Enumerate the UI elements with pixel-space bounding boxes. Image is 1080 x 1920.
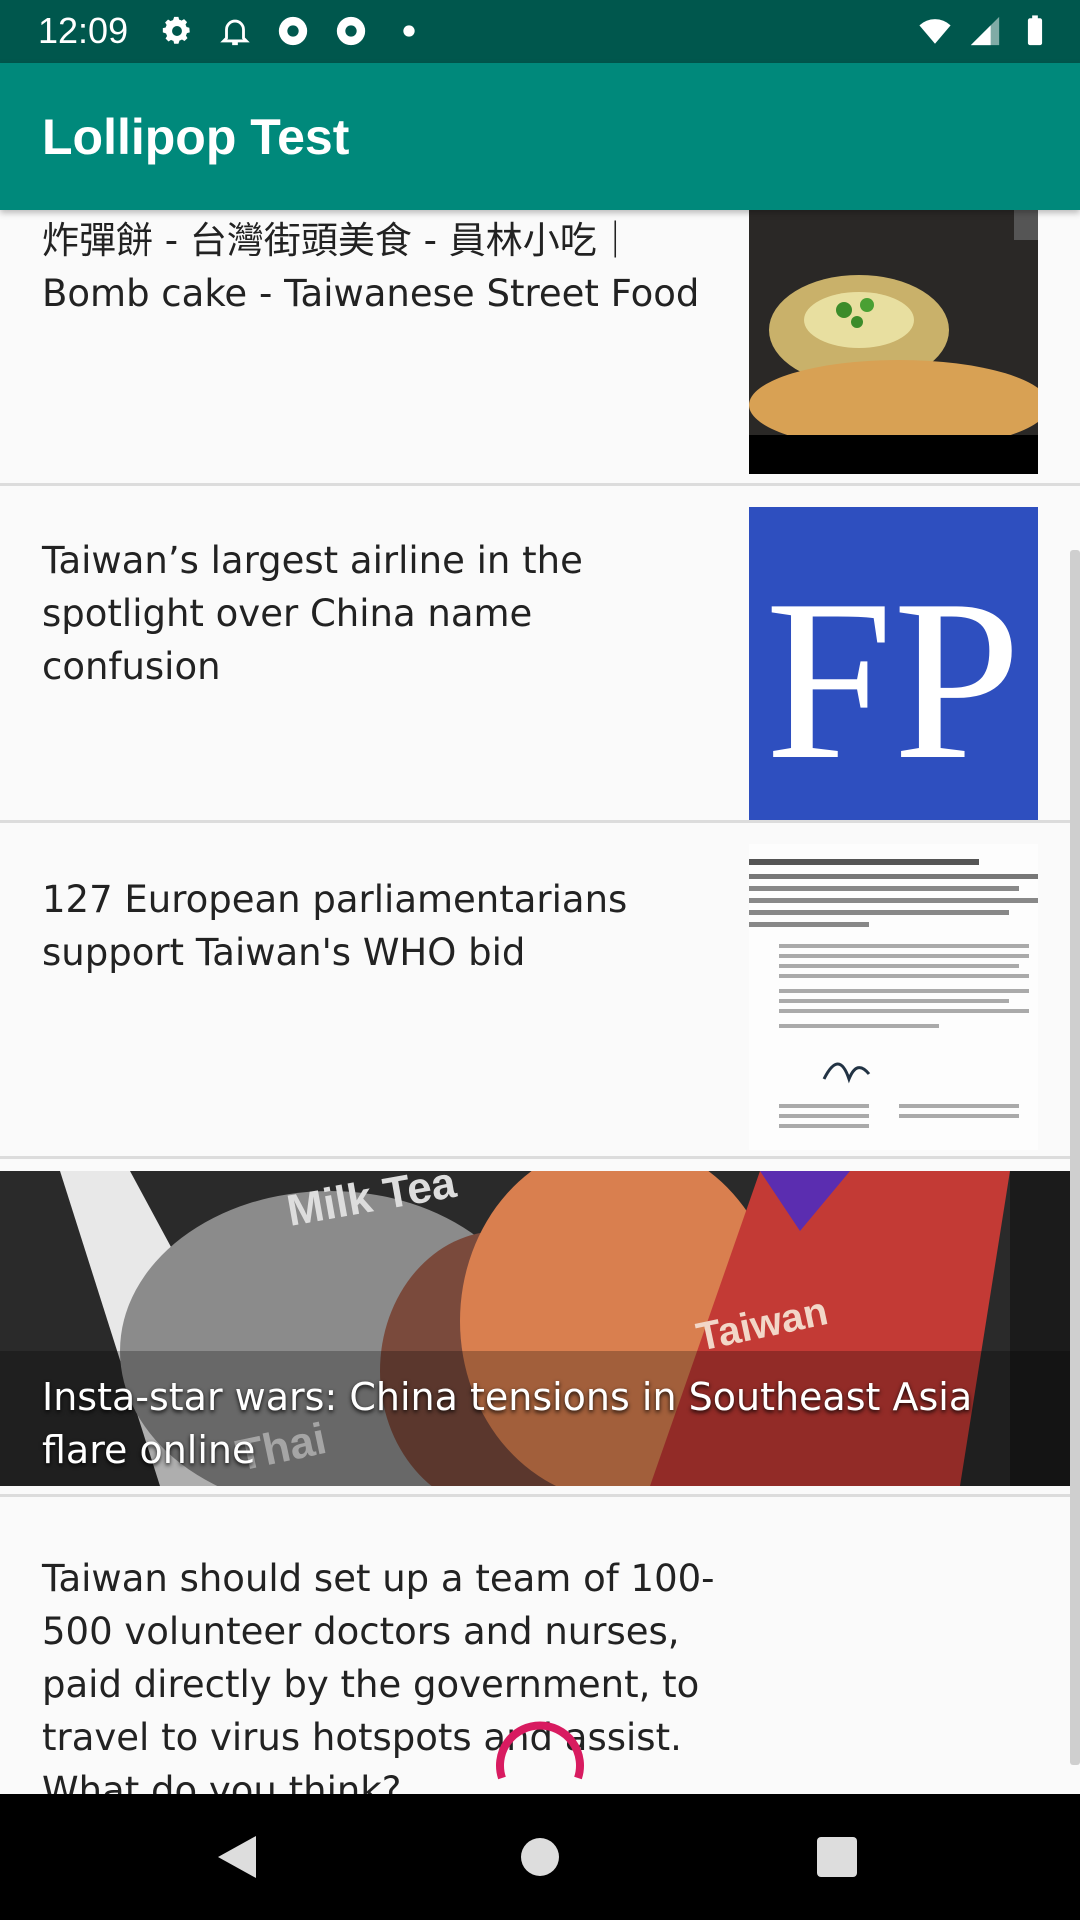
recents-icon[interactable] — [817, 1837, 857, 1877]
list-item[interactable]: 127 European parliamentarians support Ta… — [0, 823, 1080, 1156]
divider — [0, 1156, 1080, 1159]
fp-logo-text: FP — [765, 552, 1021, 807]
item-thumbnail — [749, 844, 1038, 1150]
food-photo — [749, 210, 1038, 474]
settings-icon — [162, 16, 190, 44]
battery-icon — [1027, 15, 1043, 46]
chrome-icon — [278, 16, 308, 46]
navigation-bar — [0, 1794, 1080, 1920]
item-thumbnail: FP — [749, 507, 1038, 822]
dot-icon — [403, 25, 415, 37]
list-item[interactable]: Taiwan’s largest airline in the spotligh… — [0, 486, 1080, 822]
item-title: Taiwan’s largest airline in the spotligh… — [42, 539, 583, 688]
status-icons-left — [160, 14, 426, 48]
fp-logo: FP — [749, 507, 1038, 822]
hero-list-item[interactable]: Milk Tea Taiwan Thai Insta-star wars: Ch… — [0, 1171, 1080, 1486]
chrome-icon — [336, 16, 366, 46]
app-bar: Lollipop Test — [0, 63, 1080, 210]
wifi-icon — [919, 19, 951, 44]
scrollbar[interactable] — [1070, 550, 1080, 1765]
news-feed[interactable]: 炸彈餅 - 台灣街頭美食 - 員林小吃｜Bomb cake - Taiwanes… — [0, 210, 1080, 1794]
cell-signal-icon — [970, 16, 1000, 46]
item-title: Taiwan should set up a team of 100-500 v… — [42, 1557, 715, 1794]
status-time: 12:09 — [38, 10, 129, 51]
item-title: Insta-star wars: China tensions in South… — [42, 1375, 973, 1472]
list-item[interactable]: 炸彈餅 - 台灣街頭美食 - 員林小吃｜Bomb cake - Taiwanes… — [0, 210, 1080, 483]
item-thumbnail — [749, 210, 1038, 474]
item-title: 127 European parliamentarians support Ta… — [42, 878, 628, 974]
notification-bell-icon — [220, 19, 250, 46]
back-icon[interactable] — [216, 1834, 260, 1880]
document-screenshot — [749, 844, 1038, 1150]
app-title: Lollipop Test — [42, 109, 350, 165]
status-icons-right — [918, 14, 1052, 48]
home-icon[interactable] — [520, 1837, 560, 1877]
item-title: 炸彈餅 - 台灣街頭美食 - 員林小吃｜Bomb cake - Taiwanes… — [42, 219, 700, 315]
status-bar: 12:09 — [0, 0, 1080, 63]
